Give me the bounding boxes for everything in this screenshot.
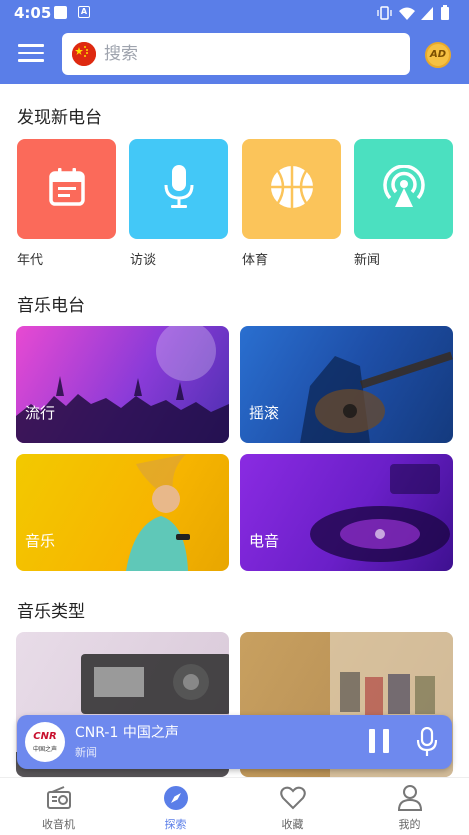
music-card-label-rock: 摇滚 xyxy=(249,404,280,422)
music-card-pop[interactable]: 流行 xyxy=(16,326,229,443)
music-card-label-music: 音乐 xyxy=(25,532,56,550)
discover-label-talk: 访谈 xyxy=(130,253,157,268)
discover-label-sports: 体育 xyxy=(242,253,269,268)
radio-icon xyxy=(0,784,117,812)
guitar-player-image xyxy=(300,351,453,443)
compass-icon xyxy=(117,784,234,812)
now-playing-bar[interactable]: CNR 中国之声 CNR-1 中国之声 新闻 xyxy=(17,715,452,769)
music-card-music[interactable]: 音乐 xyxy=(16,454,229,571)
discover-tile-sports[interactable] xyxy=(242,139,341,239)
status-bar: 4:05 A xyxy=(0,0,469,26)
heart-icon xyxy=(234,784,351,812)
now-playing-title: CNR-1 中国之声 xyxy=(75,725,179,741)
section-title-music-types: 音乐类型 xyxy=(17,602,85,622)
concert-crowd-image xyxy=(16,326,229,443)
basketball-icon xyxy=(270,165,314,213)
app-header: 4:05 A 搜索 AD xyxy=(0,0,469,84)
section-title-discover: 发现新电台 xyxy=(17,108,102,128)
notification-a-icon: A xyxy=(78,6,90,18)
menu-button[interactable] xyxy=(18,44,44,64)
nav-label-explore: 探索 xyxy=(164,818,187,831)
music-card-electronic[interactable]: 电音 xyxy=(240,454,453,571)
nav-label-radio: 收音机 xyxy=(42,818,75,831)
bottom-navigation: 收音机 探索 收藏 我的 xyxy=(0,777,469,835)
nav-tab-favorites[interactable]: 收藏 xyxy=(234,784,351,832)
voice-search-mic-icon[interactable] xyxy=(416,726,438,761)
notification-icon xyxy=(54,6,67,19)
now-playing-subtitle: 新闻 xyxy=(75,746,97,759)
nav-label-profile: 我的 xyxy=(398,818,421,831)
status-time: 4:05 xyxy=(14,4,52,22)
user-icon xyxy=(351,784,468,812)
music-card-label-pop: 流行 xyxy=(25,404,56,422)
nav-label-favorites: 收藏 xyxy=(281,818,304,831)
china-flag-icon[interactable] xyxy=(72,42,96,66)
woman-headphones-image xyxy=(126,454,190,571)
discover-tile-decades[interactable] xyxy=(17,139,116,239)
calendar-icon xyxy=(48,168,85,210)
microphone-icon xyxy=(163,165,195,213)
nav-tab-radio[interactable]: 收音机 xyxy=(0,784,117,832)
station-logo-text: CNR xyxy=(33,731,57,742)
system-icons xyxy=(377,4,457,26)
discover-label-decades: 年代 xyxy=(17,253,44,268)
dj-turntable-image xyxy=(310,464,450,562)
station-logo: CNR 中国之声 xyxy=(25,722,65,762)
remove-ads-button[interactable]: AD xyxy=(425,42,451,68)
broadcast-icon xyxy=(382,164,426,213)
nav-tab-explore[interactable]: 探索 xyxy=(117,784,234,832)
section-title-music-stations: 音乐电台 xyxy=(17,296,85,316)
discover-tile-news[interactable] xyxy=(354,139,453,239)
music-card-label-electronic: 电音 xyxy=(249,532,280,550)
pause-button[interactable] xyxy=(369,729,391,753)
discover-label-news: 新闻 xyxy=(354,253,381,268)
search-input[interactable] xyxy=(104,38,394,70)
music-card-rock[interactable]: 摇滚 xyxy=(240,326,453,443)
nav-tab-profile[interactable]: 我的 xyxy=(351,784,468,832)
discover-tile-talk[interactable] xyxy=(129,139,228,239)
station-logo-sub: 中国之声 xyxy=(32,746,57,753)
search-bar[interactable] xyxy=(62,33,410,75)
